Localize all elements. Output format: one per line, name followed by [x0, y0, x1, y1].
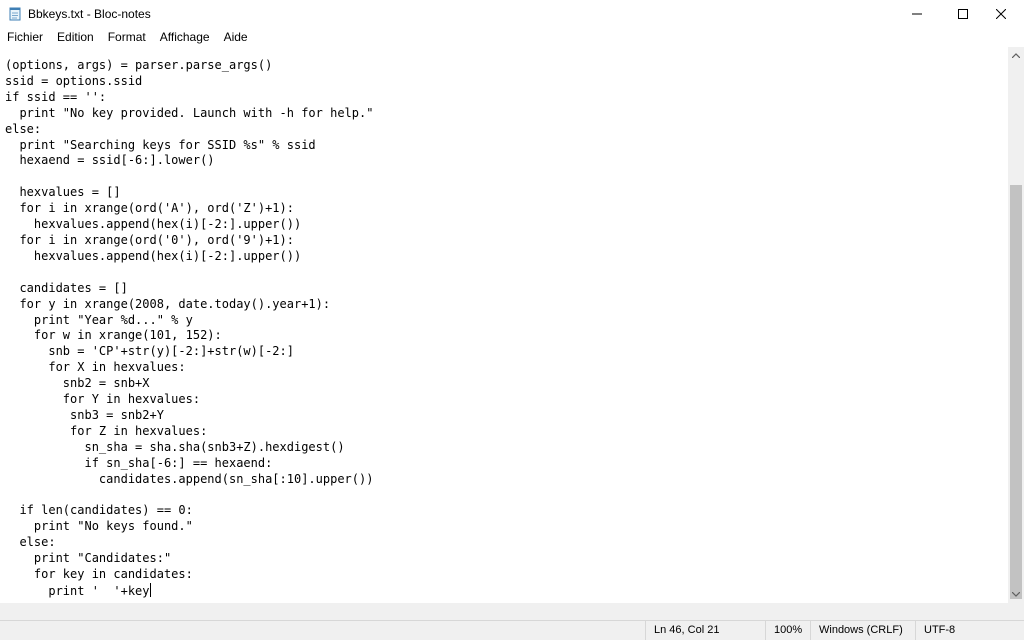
code-line: for key in candidates: — [5, 567, 193, 581]
code-line: snb = 'CP'+str(y)[-2:]+str(w)[-2:] — [5, 344, 294, 359]
code-line: hexvalues.append(hex(i)[-2:].upper()) — [5, 248, 302, 263]
menu-edition[interactable]: Edition — [50, 30, 101, 44]
code-line: for X in hexvalues: — [5, 360, 186, 375]
code-line: if ssid == '': — [5, 89, 107, 104]
code-line: print "No keys found." — [5, 519, 193, 534]
code-line: print "Searching keys for SSID %s" % ssi… — [5, 137, 316, 152]
text-editor[interactable]: (options, args) = parser.parse_args() ss… — [0, 47, 1008, 620]
scrollbar-corner — [1008, 603, 1024, 620]
code-line: if len(candidates) == 0: — [5, 503, 193, 518]
text-caret — [149, 582, 151, 597]
code-line: candidates = [] — [5, 280, 128, 295]
code-line: else: — [5, 121, 42, 136]
code-line: snb2 = snb+X — [5, 376, 150, 391]
code-line: print "Candidates:" — [5, 551, 172, 566]
code-line: for Y in hexvalues: — [5, 392, 201, 407]
code-line: for y in xrange(2008, date.today().year+… — [5, 296, 331, 311]
menu-fichier[interactable]: Fichier — [0, 30, 50, 44]
line-ending: Windows (CRLF) — [810, 621, 915, 640]
horizontal-scrollbar[interactable] — [0, 603, 1008, 620]
code-line: print "No key provided. Launch with -h f… — [5, 105, 374, 120]
close-button[interactable] — [978, 0, 1024, 28]
close-icon — [996, 9, 1006, 19]
code-line: print ' '+key — [5, 583, 150, 598]
menu-bar: Fichier Edition Format Affichage Aide — [0, 28, 1024, 46]
scroll-up-button[interactable] — [1008, 47, 1024, 64]
window-title: Bbkeys.txt - Bloc-notes — [28, 7, 151, 21]
code-line: print "Year %d..." % y — [5, 312, 193, 327]
title-bar[interactable]: Bbkeys.txt - Bloc-notes — [0, 0, 1024, 28]
code-line: hexvalues.append(hex(i)[-2:].upper()) — [5, 217, 302, 232]
code-line: hexaend = ssid[-6:].lower() — [5, 153, 215, 168]
notepad-icon — [8, 7, 22, 21]
vertical-scroll-thumb[interactable] — [1010, 185, 1022, 599]
cursor-position: Ln 46, Col 21 — [645, 621, 765, 640]
menu-format[interactable]: Format — [101, 30, 153, 44]
minimize-button[interactable] — [894, 0, 940, 28]
scroll-down-button[interactable] — [1008, 586, 1024, 603]
code-line: for i in xrange(ord('0'), ord('9')+1): — [5, 232, 294, 247]
chevron-down-icon — [1012, 592, 1020, 597]
encoding: UTF-8 — [915, 621, 1024, 640]
code-line: else: — [5, 535, 56, 550]
editor-text[interactable]: (options, args) = parser.parse_args() ss… — [0, 47, 1008, 600]
code-line: ssid = options.ssid — [5, 73, 143, 88]
code-line: candidates.append(sn_sha[:10].upper()) — [5, 471, 374, 486]
menu-affichage[interactable]: Affichage — [153, 30, 217, 44]
vertical-scrollbar[interactable] — [1008, 47, 1024, 620]
chevron-up-icon — [1012, 53, 1020, 58]
code-line: if sn_sha[-6:] == hexaend: — [5, 455, 273, 470]
menu-aide[interactable]: Aide — [217, 30, 255, 44]
zoom-level: 100% — [765, 621, 810, 640]
maximize-icon — [958, 9, 968, 19]
code-line: for w in xrange(101, 152): — [5, 328, 222, 343]
code-line: for Z in hexvalues: — [5, 423, 208, 438]
code-line: sn_sha = sha.sha(snb3+Z).hexdigest() — [5, 439, 345, 454]
code-line: for i in xrange(ord('A'), ord('Z')+1): — [5, 201, 294, 216]
code-line: hexvalues = [] — [5, 185, 121, 200]
code-line: snb3 = snb2+Y — [5, 407, 164, 422]
status-bar: Ln 46, Col 21 100% Windows (CRLF) UTF-8 — [0, 620, 1024, 640]
minimize-icon — [912, 13, 922, 15]
code-line: (options, args) = parser.parse_args() — [5, 58, 273, 72]
